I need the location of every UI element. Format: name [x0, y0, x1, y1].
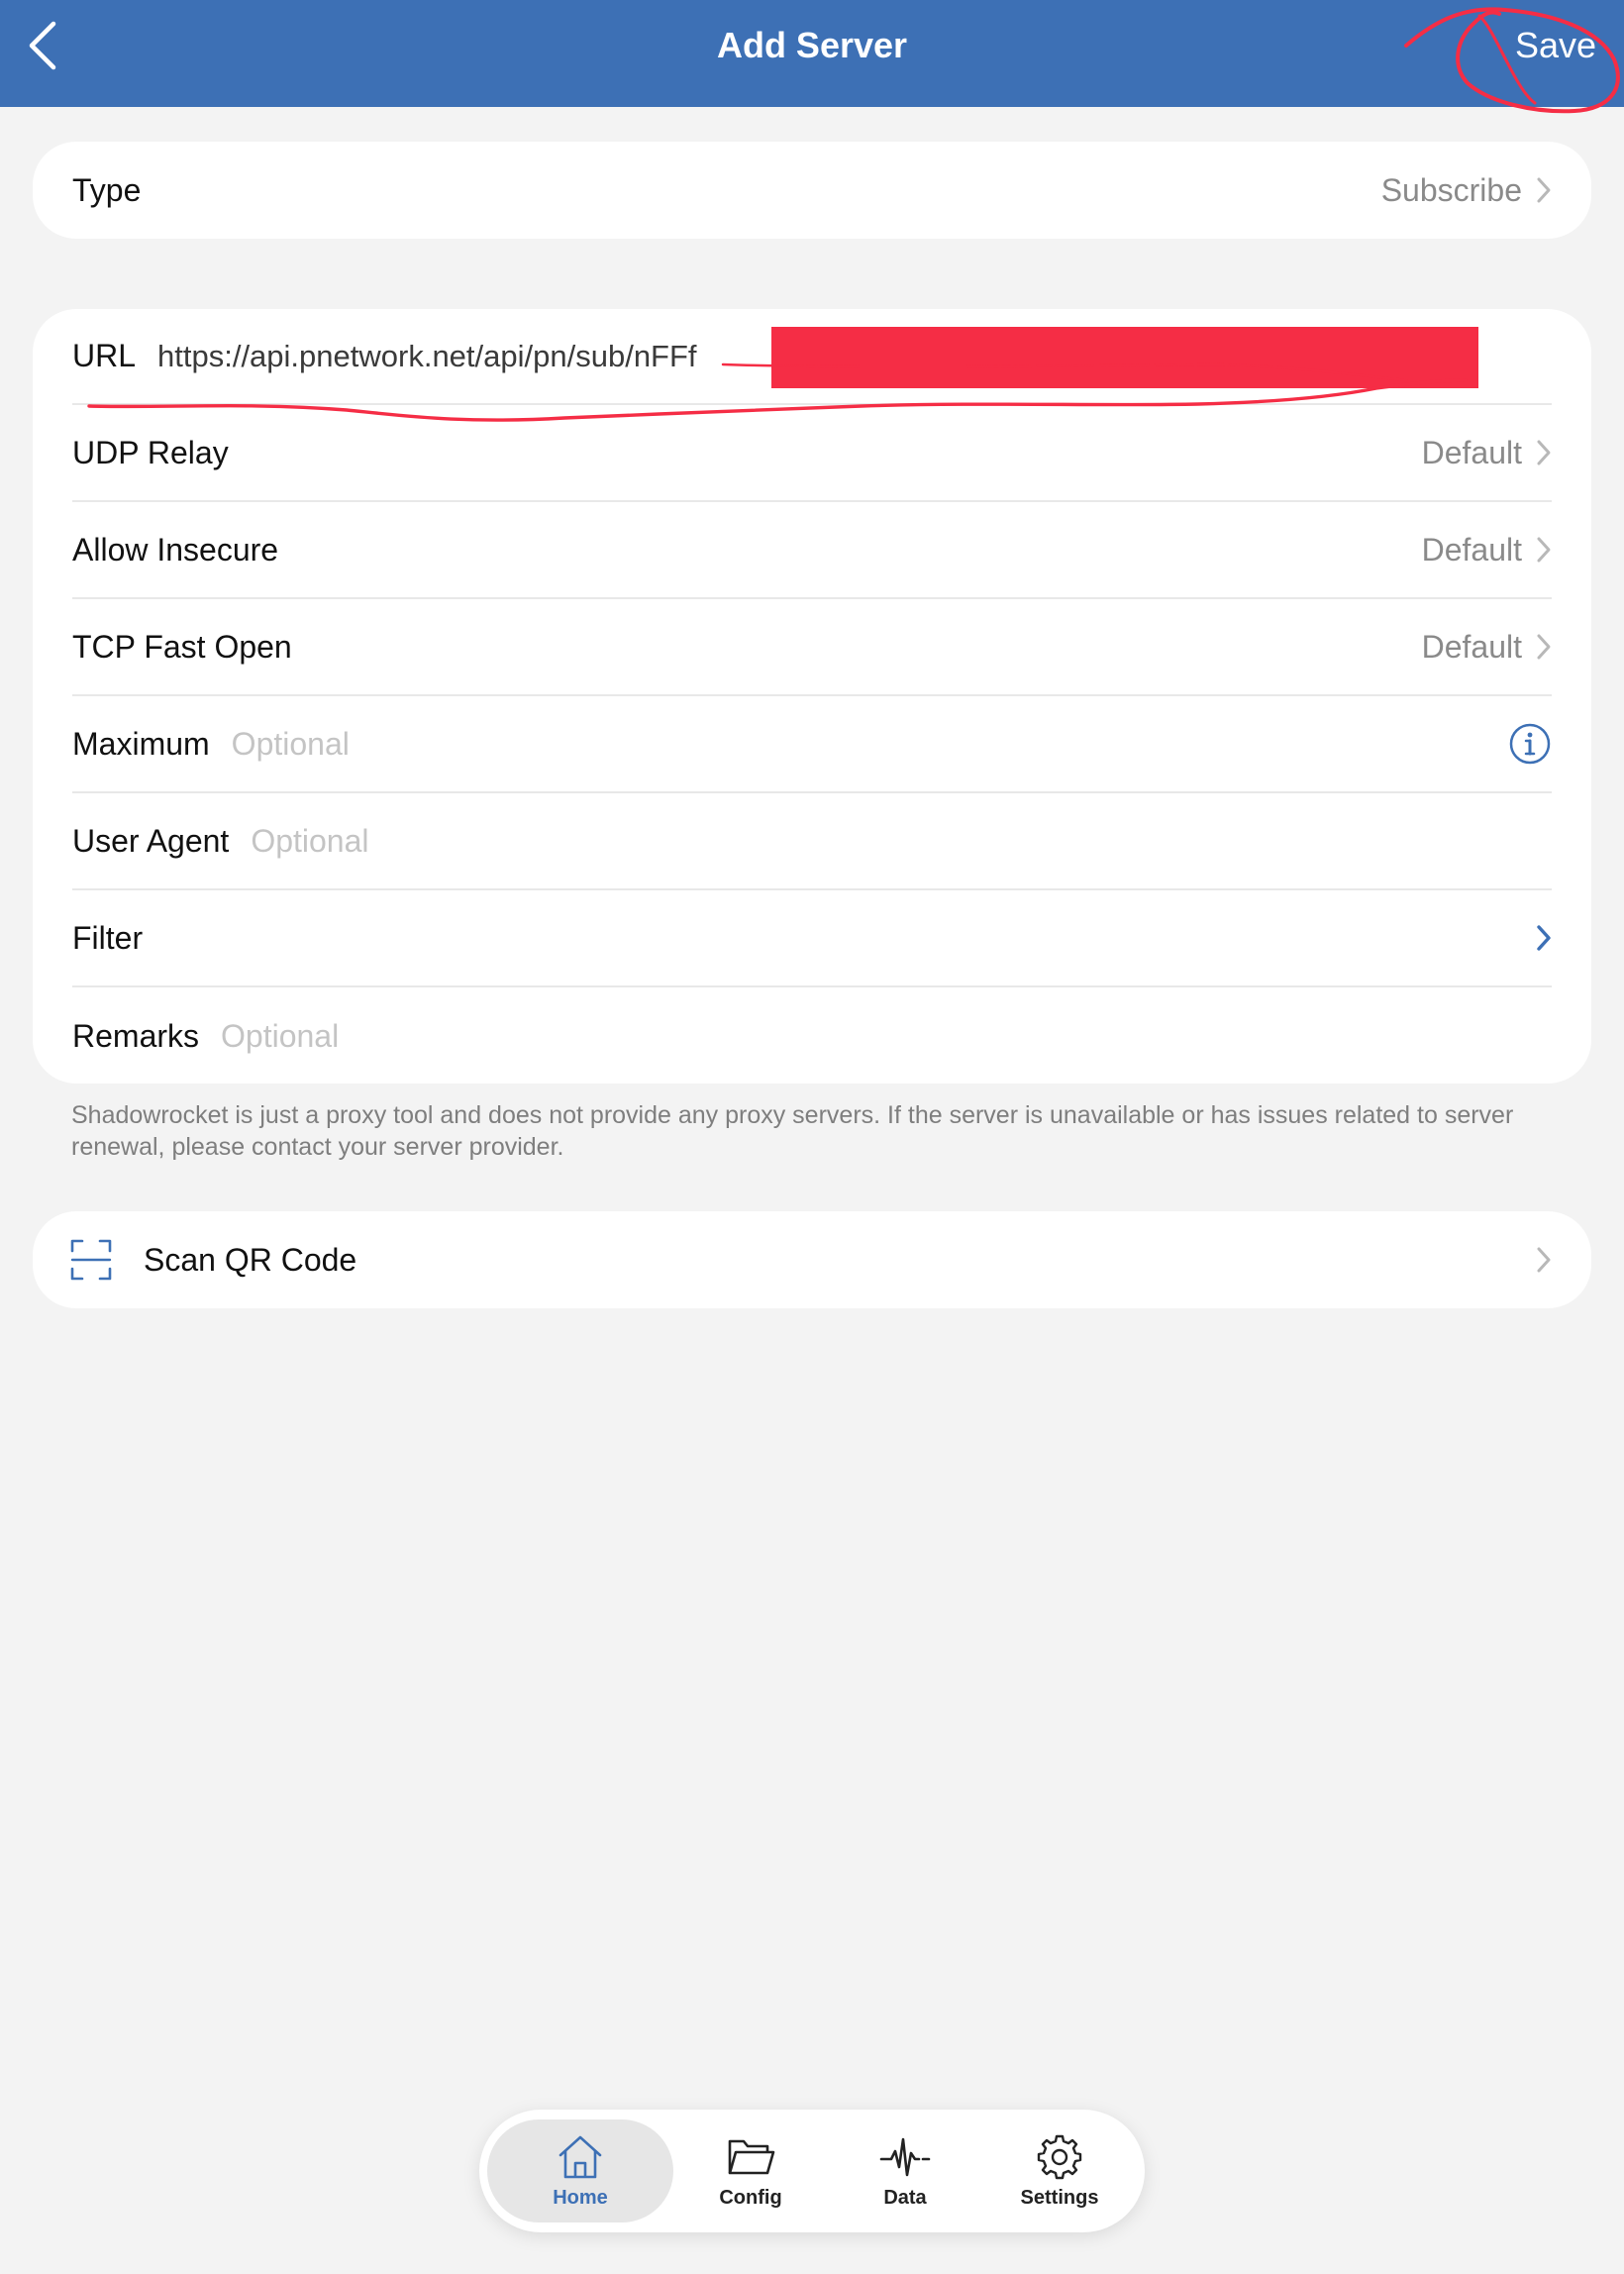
disclaimer-text: Shadowrocket is just a proxy tool and do…	[71, 1101, 1514, 1161]
type-value-group: Subscribe	[1381, 172, 1552, 209]
chevron-right-icon	[1537, 925, 1551, 951]
user-agent-label: User Agent	[72, 822, 230, 859]
scan-qr-card: Scan QR Code	[33, 1211, 1591, 1308]
pulse-icon	[879, 2137, 931, 2176]
gear-icon	[1037, 2134, 1082, 2179]
user-agent-row: User Agent Optional	[72, 793, 1552, 890]
url-label: URL	[72, 338, 137, 373]
url-field[interactable]: https://api.pnetwork.net/api/pn/sub/nFFf	[157, 339, 697, 374]
type-row[interactable]: Type Subscribe	[72, 142, 1552, 239]
home-icon	[558, 2135, 602, 2178]
tcp-fast-open-label: TCP Fast Open	[72, 628, 292, 665]
tab-data[interactable]: Data	[828, 2119, 982, 2222]
info-icon[interactable]	[1508, 722, 1552, 766]
remarks-input[interactable]: Optional	[221, 1018, 339, 1055]
redaction-block	[771, 327, 1478, 388]
chevron-right-icon	[1537, 537, 1551, 563]
tab-config[interactable]: Config	[673, 2119, 828, 2222]
add-server-screen: Add Server Save Type Subscribe URL https…	[0, 0, 1624, 2274]
tab-home[interactable]: Home	[487, 2119, 673, 2222]
allow-insecure-label: Allow Insecure	[72, 531, 279, 568]
remarks-row: Remarks Optional	[72, 987, 1552, 1085]
qr-scan-icon	[70, 1239, 112, 1281]
maximum-label: Maximum	[72, 725, 210, 762]
udp-relay-label: UDP Relay	[72, 434, 229, 470]
chevron-right-icon	[1537, 440, 1551, 465]
scan-qr-label: Scan QR Code	[144, 1241, 357, 1278]
type-value: Subscribe	[1380, 171, 1522, 208]
filter-row[interactable]: Filter	[72, 890, 1552, 987]
chevron-right-icon	[1537, 177, 1551, 203]
navigation-bar: Add Server Save	[0, 0, 1624, 107]
udp-relay-value-group: Default	[1422, 435, 1552, 471]
tcp-fast-open-row[interactable]: TCP Fast Open Default	[72, 599, 1552, 696]
chevron-right-icon	[1537, 634, 1551, 660]
server-form-card: URL https://api.pnetwork.net/api/pn/sub/…	[33, 309, 1591, 1084]
tab-home-label: Home	[553, 2186, 608, 2209]
tab-settings[interactable]: Settings	[982, 2119, 1137, 2222]
tcp-fast-open-value: Default	[1421, 628, 1522, 665]
scan-qr-row[interactable]: Scan QR Code	[70, 1211, 1552, 1308]
allow-insecure-value-group: Default	[1422, 532, 1552, 568]
type-card: Type Subscribe	[33, 142, 1591, 239]
tab-data-label: Data	[883, 2186, 927, 2209]
chevron-right-icon	[1537, 1247, 1551, 1273]
page-title: Add Server	[716, 25, 908, 65]
tcp-fast-open-value-group: Default	[1422, 629, 1552, 666]
tab-bar: Home Config Data Settings	[479, 2110, 1145, 2232]
filter-label: Filter	[72, 919, 144, 956]
tab-settings-label: Settings	[1020, 2186, 1099, 2209]
udp-relay-value: Default	[1421, 434, 1522, 470]
folder-icon	[728, 2139, 775, 2174]
allow-insecure-row[interactable]: Allow Insecure Default	[72, 502, 1552, 599]
type-label: Type	[72, 171, 142, 208]
url-row[interactable]: URL https://api.pnetwork.net/api/pn/sub/…	[72, 309, 1552, 405]
remarks-label: Remarks	[72, 1017, 200, 1054]
save-button[interactable]: Save	[1515, 24, 1596, 67]
udp-relay-row[interactable]: UDP Relay Default	[72, 405, 1552, 502]
allow-insecure-value: Default	[1421, 531, 1522, 568]
maximum-input[interactable]: Optional	[232, 726, 350, 763]
tab-config-label: Config	[719, 2186, 782, 2209]
maximum-row: Maximum Optional	[72, 696, 1552, 793]
user-agent-input[interactable]: Optional	[251, 823, 368, 860]
